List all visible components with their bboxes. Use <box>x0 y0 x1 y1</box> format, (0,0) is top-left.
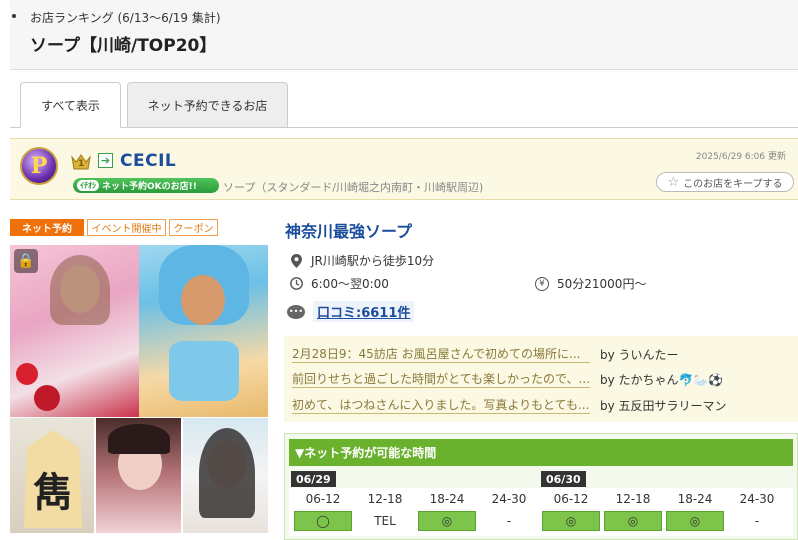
slot-time-label: 24-30 <box>726 490 788 508</box>
lock-icon: 🔒 <box>14 249 38 273</box>
review-item: 前回りせちと過ごした時間がとても楽しかったので、... by たかちゃん🐬🦢⚽ <box>292 368 792 390</box>
booking-slot[interactable]: ◎ <box>418 511 476 531</box>
rank-number: 1 <box>78 159 85 169</box>
ranking-period: お店ランキング (6/13〜6/19 集計) <box>30 11 221 25</box>
keep-shop-button[interactable]: ☆ このお店をキープする <box>656 172 794 192</box>
tab-all[interactable]: すべて表示 <box>20 82 121 128</box>
review-author: by 五反田サラリーマン <box>600 398 727 413</box>
reviews-link-row: ••• 口コミ:6611件 <box>287 301 415 322</box>
booking-slot[interactable]: TEL <box>356 511 414 531</box>
clock-icon <box>289 277 303 291</box>
bullet-icon <box>12 14 16 18</box>
hours-row: 6:00〜翌0:00 <box>289 275 389 292</box>
badge-label: ネット予約OKのお店!! <box>102 182 197 192</box>
reviews-count-link[interactable]: 口コミ:6611件 <box>313 301 415 322</box>
slot-time-label: 12-18 <box>602 490 664 508</box>
shop-genre: ソープ（スタンダード/川崎堀之内南町・川崎駅周辺) <box>223 181 484 194</box>
external-link-icon[interactable]: ➔ <box>98 153 113 168</box>
yen-icon: ¥ <box>535 276 549 291</box>
shop-catchphrase[interactable]: 神奈川最強ソープ <box>285 218 412 242</box>
thumbnail-2[interactable] <box>96 418 181 533</box>
star-icon: ☆ <box>667 174 680 190</box>
review-item: 初めて、はつねさんに入りました。写真よりもとても... by 五反田サラリーマン <box>292 394 792 416</box>
price-row: ¥ 50分21000円〜 <box>535 275 646 292</box>
net-reservation-badge: ｲﾁｵｼ ネット予約OKのお店!! <box>73 178 219 193</box>
hours-text: 6:00〜翌0:00 <box>311 277 389 291</box>
review-list: 2月28日9：45訪店 お風呂屋さんで初めての場所に... by ういんたー 前… <box>284 336 798 422</box>
slot-time-label: 12-18 <box>354 490 416 508</box>
booking-panel: ▼ネット予約が可能な時間 06/29 06/30 06-12 12-18 18-… <box>284 433 798 540</box>
shop-header: P 1 ➔ CECIL ｲﾁｵｼ ネット予約OKのお店!! ソープ（スタンダード… <box>10 138 798 200</box>
slot-time-label: 06-12 <box>292 490 354 508</box>
tag-event[interactable]: イベント開催中 <box>87 219 166 236</box>
review-author: by ういんたー <box>600 347 679 362</box>
keep-label: このお店をキープする <box>683 178 783 190</box>
shop-name-link[interactable]: CECIL <box>120 151 176 171</box>
review-item: 2月28日9：45訪店 お風呂屋さんで初めての場所に... by ういんたー <box>292 343 792 365</box>
review-text-link[interactable]: 初めて、はつねさんに入りました。写真よりもとても... <box>292 396 590 414</box>
booking-slot: - <box>480 511 538 531</box>
shop-main-photo[interactable]: 🔒 <box>10 245 268 417</box>
access-text: JR川崎駅から徒歩10分 <box>311 254 435 268</box>
booking-slot[interactable]: ◎ <box>542 511 600 531</box>
slot-time-label: 06-12 <box>540 490 602 508</box>
thumbnail-strip: 雋 <box>10 418 268 533</box>
page-title: ソープ【川崎/TOP20】 <box>30 36 217 56</box>
tab-net-reservation[interactable]: ネット予約できるお店 <box>127 82 288 128</box>
speech-bubble-icon: ••• <box>287 304 305 319</box>
booking-slot[interactable]: ◯ <box>294 511 352 531</box>
review-text-link[interactable]: 前回りせちと過ごした時間がとても楽しかったので、... <box>292 370 590 388</box>
shop-logo[interactable]: P <box>20 147 58 185</box>
date-label: 06/29 <box>291 471 336 487</box>
photo-right <box>139 245 268 417</box>
updated-timestamp: 2025/6/29 6:06 更新 <box>695 152 786 162</box>
booking-slot[interactable]: ◎ <box>604 511 662 531</box>
thumbnail-1[interactable]: 雋 <box>10 418 94 533</box>
booking-title[interactable]: ▼ネット予約が可能な時間 <box>289 439 793 466</box>
shogi-piece-image: 雋 <box>24 430 82 528</box>
slot-time-label: 18-24 <box>664 490 726 508</box>
slot-time-label: 24-30 <box>478 490 540 508</box>
tag-coupon[interactable]: クーポン <box>169 219 218 236</box>
date-label: 06/30 <box>541 471 586 487</box>
price-text: 50分21000円〜 <box>557 277 647 291</box>
ranking-header: お店ランキング (6/13〜6/19 集計) ソープ【川崎/TOP20】 <box>10 0 798 70</box>
tab-bar: すべて表示 ネット予約できるお店 <box>10 82 798 128</box>
booking-slot: - <box>728 511 786 531</box>
review-text-link[interactable]: 2月28日9：45訪店 お風呂屋さんで初めての場所に... <box>292 345 590 363</box>
access-row: JR川崎駅から徒歩10分 <box>289 252 434 269</box>
thumbnail-3[interactable] <box>183 418 268 533</box>
location-pin-icon <box>289 253 303 268</box>
tag-net-reservation[interactable]: ネット予約 <box>10 219 84 236</box>
booking-slot[interactable]: ◎ <box>666 511 724 531</box>
badge-pill: ｲﾁｵｼ <box>77 180 99 191</box>
review-author: by たかちゃん🐬🦢⚽ <box>600 372 724 387</box>
slot-time-label: 18-24 <box>416 490 478 508</box>
